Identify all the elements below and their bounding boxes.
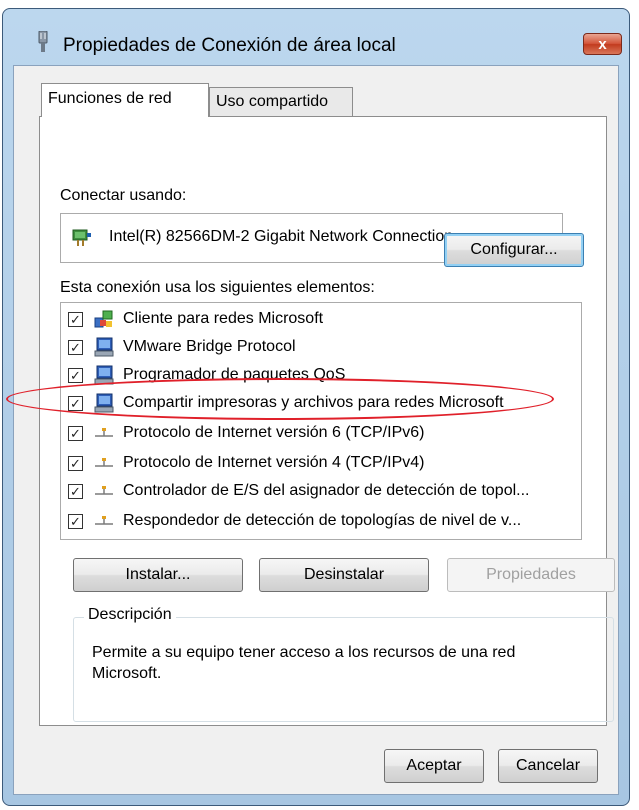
- dialog-window: Propiedades de Conexión de área local x …: [2, 8, 630, 806]
- item-label: Programador de paquetes QoS: [123, 366, 346, 383]
- uninstall-button[interactable]: Desinstalar: [259, 558, 429, 592]
- item-label: Controlador de E/S del asignador de dete…: [123, 482, 530, 499]
- install-button[interactable]: Instalar...: [73, 558, 243, 592]
- checkbox[interactable]: ✓: [68, 396, 83, 411]
- cancel-button[interactable]: Cancelar: [498, 749, 598, 783]
- tab-funciones-de-red[interactable]: Funciones de red: [41, 83, 209, 117]
- tab-panel: Conectar usando: Intel(R) 82566DM-2 Giga…: [39, 116, 615, 726]
- dialog-client-area: Funciones de red Uso compartido Conectar…: [13, 65, 619, 795]
- components-list[interactable]: ✓ Cliente para redes Microsoft ✓ VMware …: [60, 302, 582, 540]
- item-label: Compartir impresoras y archivos para red…: [123, 394, 504, 411]
- item-label: Respondedor de detección de topologías d…: [123, 512, 522, 529]
- configure-button[interactable]: Configurar...: [444, 233, 584, 267]
- description-legend: Descripción: [84, 606, 176, 624]
- checkbox[interactable]: ✓: [68, 456, 83, 471]
- checkbox[interactable]: ✓: [68, 312, 83, 327]
- network-service-icon: [94, 393, 114, 413]
- checkbox[interactable]: ✓: [68, 514, 83, 529]
- item-label: Protocolo de Internet versión 4 (TCP/IPv…: [123, 454, 425, 471]
- network-plug-icon: [38, 31, 48, 52]
- list-item[interactable]: ✓ VMware Bridge Protocol: [61, 335, 581, 361]
- protocol-icon: [95, 516, 113, 525]
- item-label: VMware Bridge Protocol: [123, 338, 296, 355]
- list-item[interactable]: ✓ Programador de paquetes QoS: [61, 363, 581, 389]
- list-item[interactable]: ✓ Respondedor de detección de topologías…: [61, 509, 581, 535]
- network-service-icon: [94, 337, 114, 357]
- properties-button[interactable]: Propiedades: [447, 558, 615, 592]
- connect-using-label: Conectar usando:: [60, 187, 187, 204]
- network-client-icon: [94, 310, 113, 328]
- items-label: Esta conexión usa los siguientes element…: [60, 279, 375, 296]
- network-service-icon: [94, 365, 114, 385]
- list-item[interactable]: ✓ Protocolo de Internet versión 4 (TCP/I…: [61, 451, 581, 477]
- list-item[interactable]: ✓ Controlador de E/S del asignador de de…: [61, 479, 581, 505]
- list-item[interactable]: ✓ Compartir impresoras y archivos para r…: [61, 391, 581, 417]
- protocol-icon: [95, 486, 113, 495]
- list-item[interactable]: ✓ Protocolo de Internet versión 6 (TCP/I…: [61, 421, 581, 447]
- checkbox[interactable]: ✓: [68, 484, 83, 499]
- checkbox[interactable]: ✓: [68, 368, 83, 383]
- protocol-icon: [95, 458, 113, 467]
- adapter-name: Intel(R) 82566DM-2 Gigabit Network Conne…: [109, 228, 454, 245]
- list-item[interactable]: ✓ Cliente para redes Microsoft: [61, 307, 581, 333]
- item-label: Protocolo de Internet versión 6 (TCP/IPv…: [123, 424, 425, 441]
- checkbox[interactable]: ✓: [68, 426, 83, 441]
- item-label: Cliente para redes Microsoft: [123, 310, 324, 327]
- description-text: Permite a su equipo tener acceso a los r…: [92, 644, 516, 682]
- network-adapter-icon: [72, 229, 91, 246]
- close-icon: x: [598, 36, 607, 53]
- close-button[interactable]: x: [583, 33, 622, 55]
- window-title: Propiedades de Conexión de área local: [63, 35, 396, 56]
- ok-button[interactable]: Aceptar: [384, 749, 484, 783]
- checkbox[interactable]: ✓: [68, 340, 83, 355]
- protocol-icon: [95, 428, 113, 437]
- tab-uso-compartido[interactable]: Uso compartido: [209, 87, 353, 117]
